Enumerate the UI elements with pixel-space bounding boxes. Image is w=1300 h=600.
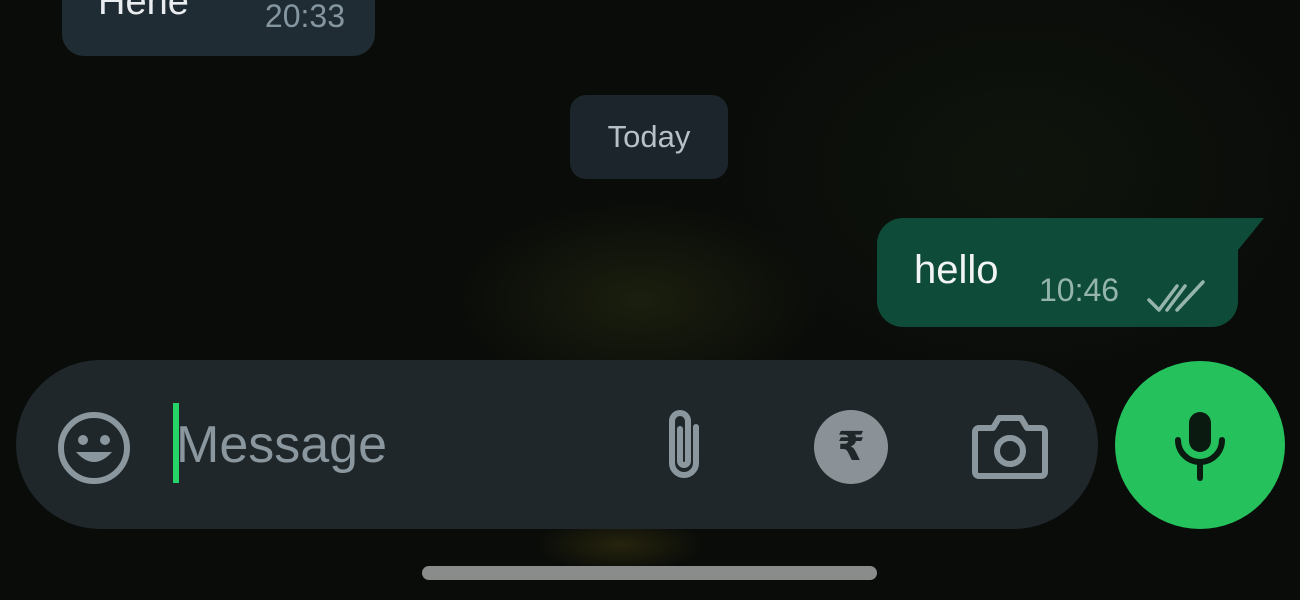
camera-icon[interactable] [971,410,1049,482]
incoming-message-text: Hehe [98,0,189,23]
outgoing-message-bubble[interactable]: hello 10:46 [877,218,1264,327]
voice-record-button[interactable] [1115,361,1285,529]
incoming-message-bubble[interactable]: Hehe 20:33 [62,0,375,56]
payment-button[interactable]: ₹ [814,410,888,484]
home-indicator[interactable] [422,566,877,580]
mic-icon [1175,412,1225,481]
incoming-message-time: 20:33 [264,0,345,34]
date-separator: Today [570,95,728,179]
emoji-icon[interactable] [56,410,132,486]
message-input[interactable] [176,405,616,485]
chat-screen: Hehe 20:33 Today hello 10:46 ₹ [0,0,1300,600]
double-check-icon [1147,280,1205,312]
outgoing-message-time: 10:46 [1039,272,1120,308]
rupee-icon: ₹ [837,425,865,469]
paperclip-icon[interactable] [656,405,712,485]
message-composer: ₹ [16,360,1098,529]
outgoing-message-text: hello [914,248,999,292]
